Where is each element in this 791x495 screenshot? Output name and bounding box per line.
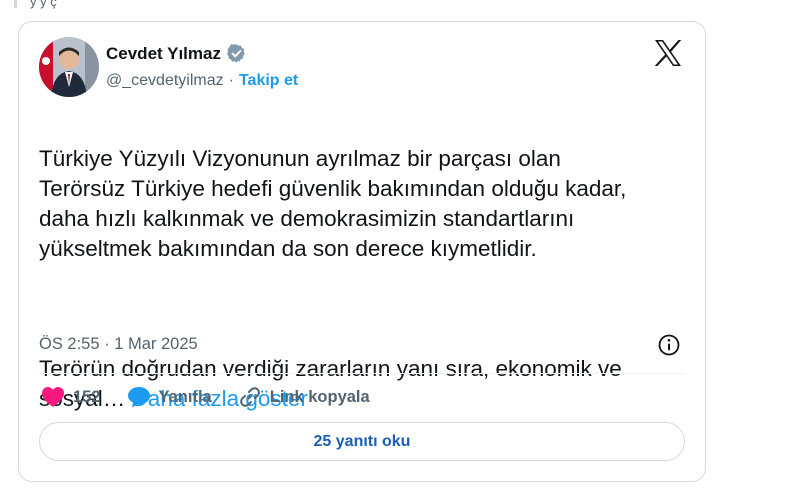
- reply-button[interactable]: Yanıtla: [127, 386, 212, 408]
- read-replies-button[interactable]: 25 yanıtı oku: [39, 422, 685, 461]
- avatar[interactable]: [39, 37, 99, 97]
- info-icon[interactable]: [657, 333, 681, 357]
- author-handle[interactable]: @_cevdetyilmaz: [106, 72, 224, 90]
- author-name[interactable]: Cevdet Yılmaz: [106, 44, 221, 64]
- x-logo-icon[interactable]: [653, 39, 683, 67]
- author-name-row: Cevdet Yılmaz: [106, 43, 247, 64]
- like-button[interactable]: 152: [41, 386, 101, 408]
- quote-bar: [14, 0, 17, 8]
- previous-text-fragment: y y ç: [30, 0, 57, 9]
- separator-dot: ·: [228, 72, 234, 89]
- tweet-timestamp[interactable]: ÖS 2:55 · 1 Mar 2025: [39, 335, 198, 354]
- heart-icon: [42, 387, 64, 407]
- verified-badge-icon: [226, 43, 247, 64]
- reply-label: Yanıtla: [158, 387, 212, 406]
- copy-link-label: Link kopyala: [269, 387, 370, 406]
- action-bar: 152 Yanıtla Link kopyala: [41, 384, 396, 410]
- copy-link-button[interactable]: Link kopyala: [238, 385, 370, 409]
- divider: [39, 373, 685, 374]
- like-count: 152: [73, 387, 101, 406]
- previous-content-fragment: y y ç: [0, 0, 791, 9]
- tweet-paragraph-1: Türkiye Yüzyılı Vizyonunun ayrılmaz bir …: [39, 146, 627, 261]
- link-icon: [239, 387, 260, 407]
- author-handle-row: @_cevdetyilmaz · Takip et: [106, 72, 298, 90]
- reply-bubble-icon: [127, 387, 150, 408]
- embedded-tweet-card: Cevdet Yılmaz @_cevdetyilmaz · Takip et …: [18, 21, 706, 482]
- follow-button[interactable]: Takip et: [239, 72, 298, 90]
